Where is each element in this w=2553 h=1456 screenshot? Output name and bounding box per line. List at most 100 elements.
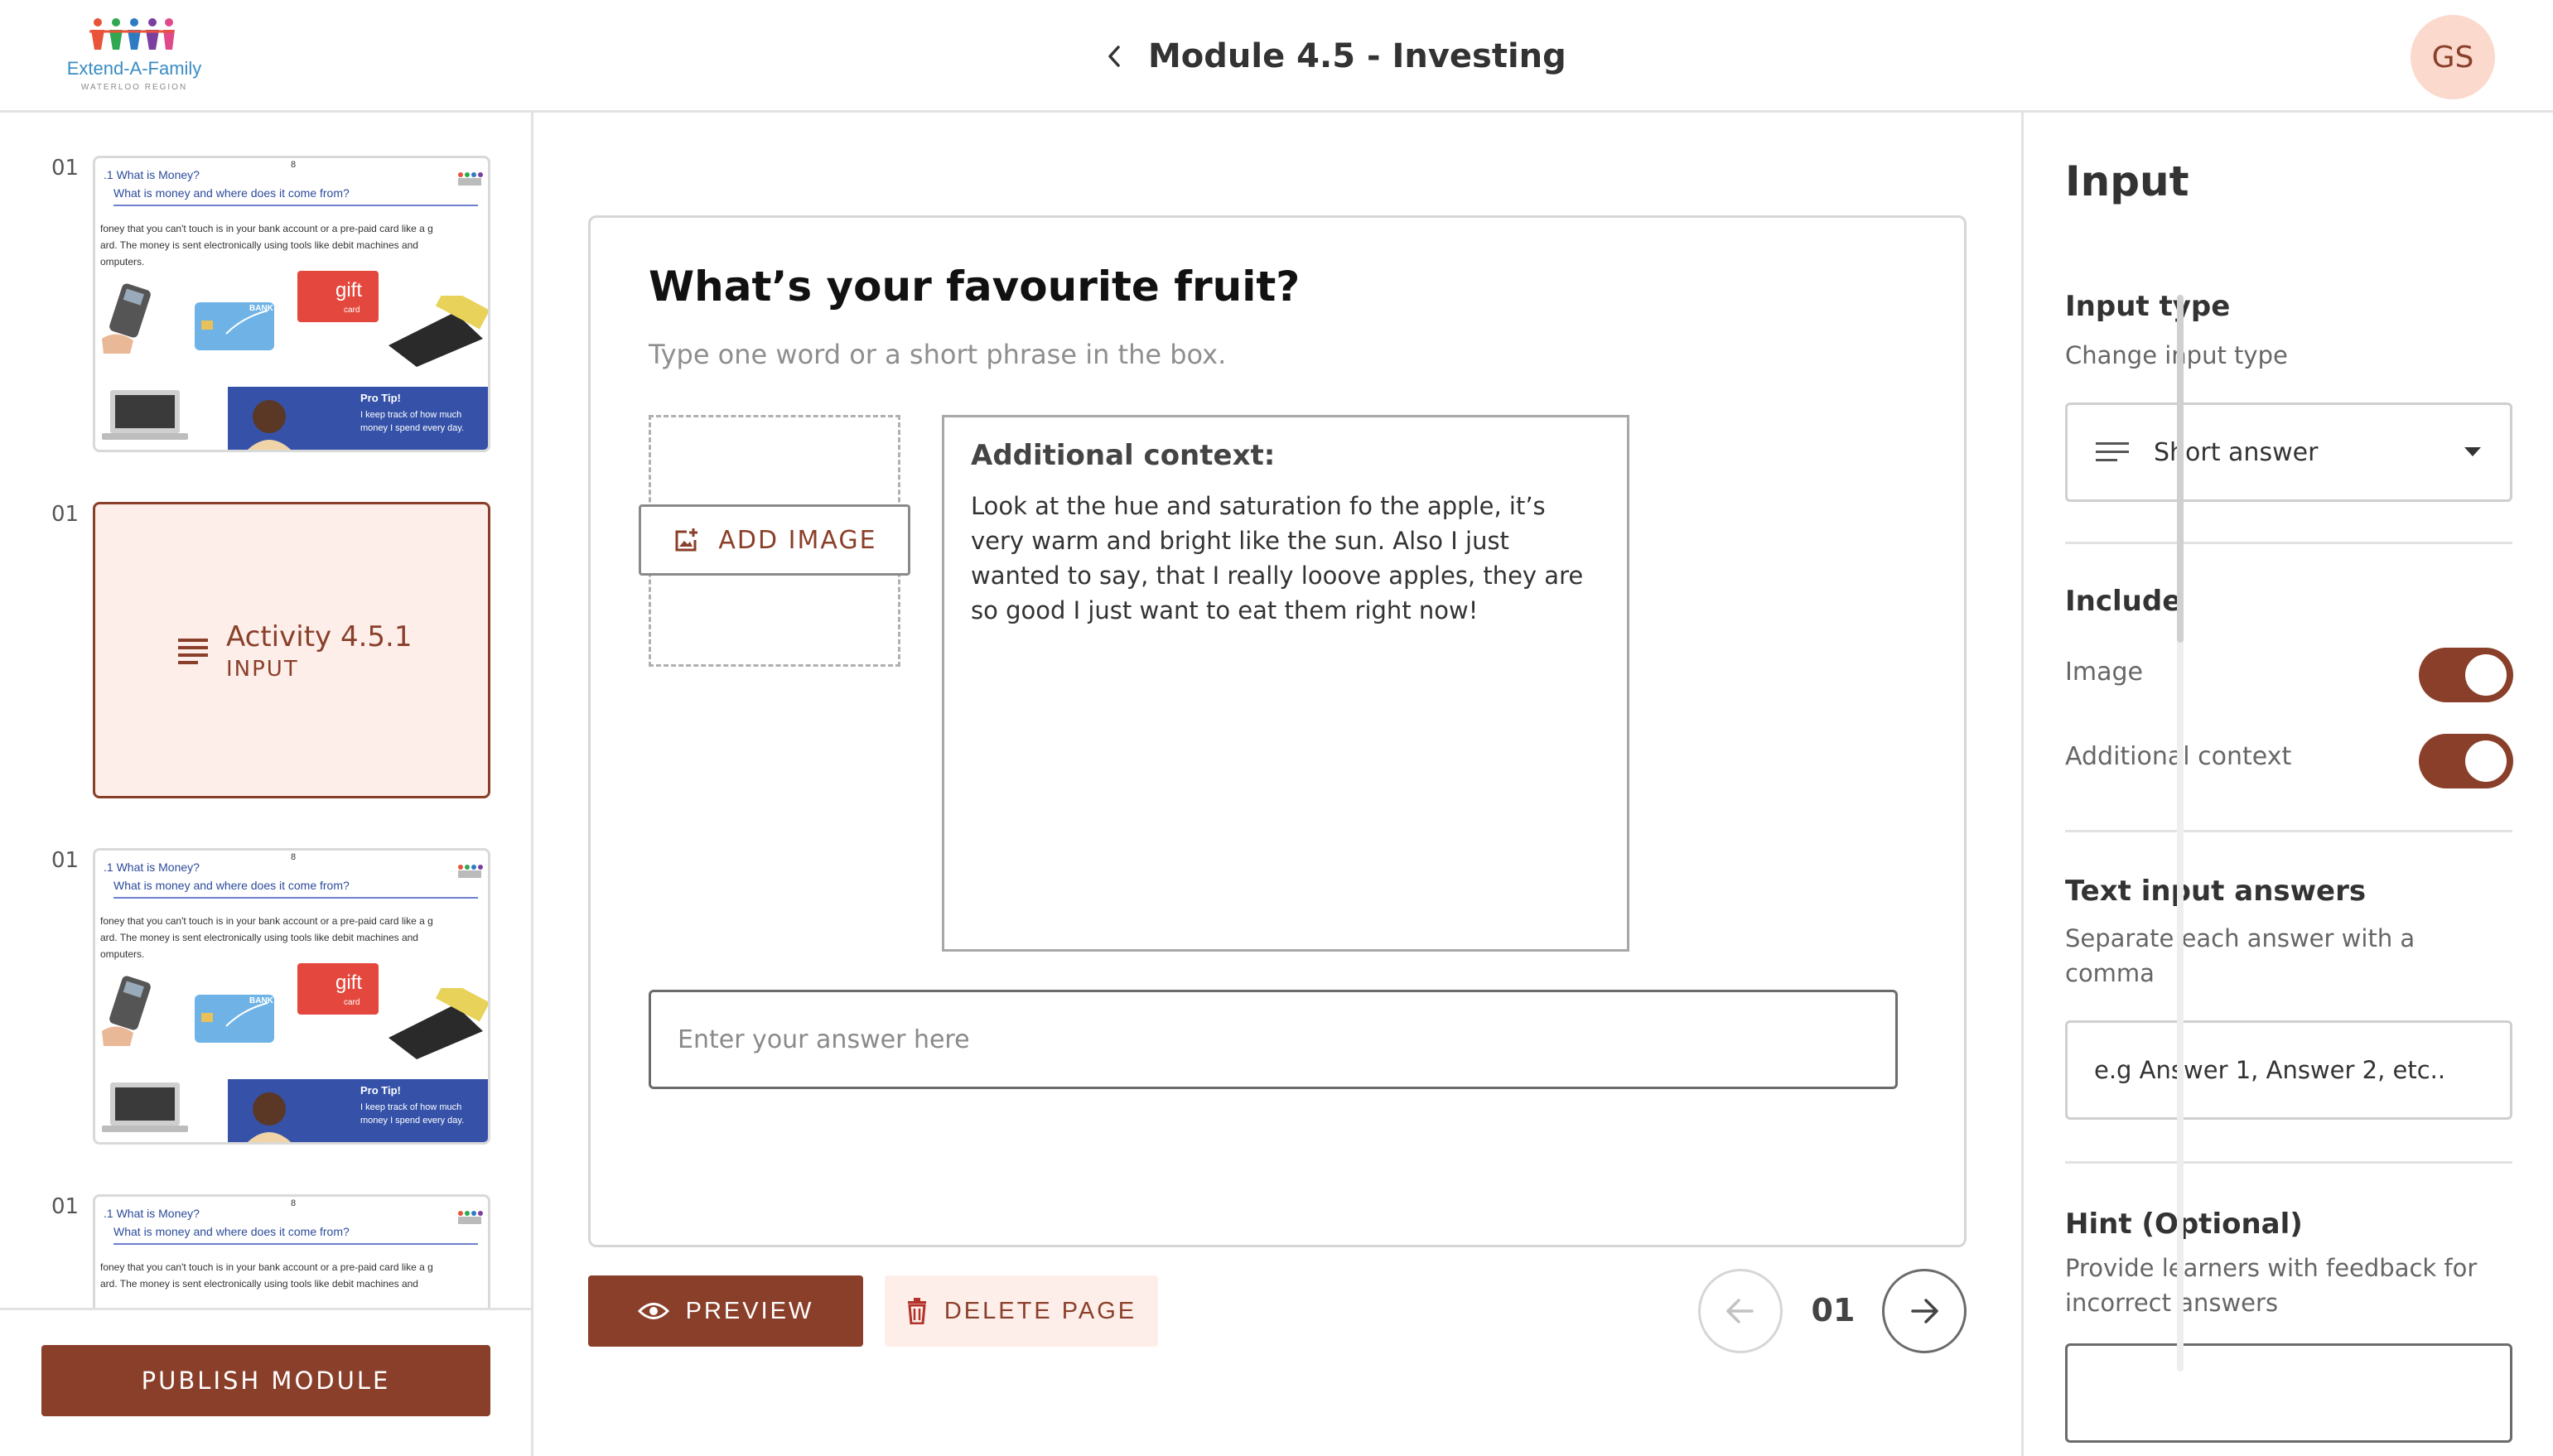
thumb-heading: .1 What is Money? xyxy=(104,168,200,181)
include-heading: Include xyxy=(2065,585,2182,618)
thumb-heading: .1 What is Money? xyxy=(104,861,200,874)
module-title: Module 4.5 - Investing xyxy=(1148,37,1566,75)
thumb-page-number: 8 xyxy=(291,852,297,862)
top-bar: Extend-A-Family WATERLOO REGION Module 4… xyxy=(0,0,2553,113)
add-image-button[interactable]: ADD IMAGE xyxy=(639,504,910,576)
debit-machine-icon xyxy=(102,283,151,354)
lines-icon xyxy=(2096,442,2129,461)
slides-list[interactable]: 01 .1 What is Money? 8 What is money and… xyxy=(0,113,531,1310)
logo-subtext: WATERLOO REGION xyxy=(80,83,188,92)
thumb-body-line: ard. The money is sent electronically us… xyxy=(100,239,418,251)
add-photo-icon xyxy=(675,528,698,552)
breadcrumb: Module 4.5 - Investing xyxy=(1102,33,1566,80)
thumb-page-number: 8 xyxy=(291,160,297,170)
input-type-subtext: Change input type xyxy=(2065,341,2288,369)
page-number: 01 xyxy=(1811,1292,1856,1328)
preview-label: PREVIEW xyxy=(685,1297,814,1324)
context-text: Look at the hue and saturation fo the ap… xyxy=(971,492,1584,624)
family-figures-icon xyxy=(89,18,175,50)
input-type-heading: Input type xyxy=(2065,290,2231,323)
activity-type: INPUT xyxy=(226,657,299,682)
pro-tip-text: I keep track of how much money I spend e… xyxy=(360,1102,465,1126)
context-title: Additional context: xyxy=(971,439,1276,472)
arrow-right-icon xyxy=(1911,1299,1938,1323)
debit-machine-icon xyxy=(102,976,151,1046)
thumb-body-line: omputers. xyxy=(100,948,145,960)
input-type-select[interactable]: Short answer xyxy=(2065,403,2512,502)
thumb-heading: .1 What is Money? xyxy=(104,1207,200,1220)
person-photo-icon xyxy=(247,1092,292,1142)
pro-tip-text: I keep track of how much money I spend e… xyxy=(360,410,465,433)
previous-page-button[interactable] xyxy=(1698,1269,1783,1353)
answer-input[interactable] xyxy=(649,990,1898,1089)
thumb-subheading: What is money and where does it come fro… xyxy=(113,1225,350,1238)
toggle-knob xyxy=(2465,654,2507,696)
thumb-subheading: What is money and where does it come fro… xyxy=(113,186,350,200)
thumb-rule xyxy=(113,897,478,899)
slide-thumbnail[interactable]: .1 What is Money? 8 What is money and wh… xyxy=(93,848,490,1145)
input-type-value: Short answer xyxy=(2154,437,2319,467)
arrow-left-icon xyxy=(1726,1299,1754,1323)
gift-card-sublabel: card xyxy=(344,306,360,315)
thumb-page-number: 8 xyxy=(291,1198,297,1208)
mini-logo-icon xyxy=(458,172,483,186)
extend-a-family-logo[interactable]: Extend-A-Family WATERLOO REGION xyxy=(51,17,217,96)
pro-tip-title: Pro Tip! xyxy=(360,392,401,404)
pro-tip-banner: Pro Tip! I keep track of how much money … xyxy=(228,1079,488,1142)
laptop-icon xyxy=(102,390,188,440)
mini-logo-icon xyxy=(458,1211,483,1224)
additional-context-box[interactable]: Additional context: Look at the hue and … xyxy=(942,415,1629,952)
delete-page-button[interactable]: DELETE PAGE xyxy=(885,1275,1158,1347)
question-title[interactable]: What’s your favourite fruit? xyxy=(649,263,1300,311)
bank-card-label: BANK xyxy=(249,304,273,313)
answers-input[interactable] xyxy=(2065,1020,2512,1120)
question-instruction[interactable]: Type one word or a short phrase in the b… xyxy=(649,339,1226,370)
thumb-body-line: foney that you can't touch is in your ba… xyxy=(100,1261,433,1273)
bank-card-label: BANK xyxy=(249,996,273,1005)
hint-input[interactable] xyxy=(2065,1343,2512,1443)
next-page-button[interactable] xyxy=(1882,1269,1967,1353)
mini-logo-icon xyxy=(458,865,483,878)
caret-down-icon xyxy=(2464,447,2481,456)
publish-module-button[interactable]: PUBLISH MODULE xyxy=(41,1345,490,1416)
pro-tip-title: Pro Tip! xyxy=(360,1084,401,1097)
include-image-label: Image xyxy=(2065,658,2143,687)
activity-summary: Activity 4.5.1 INPUT xyxy=(178,620,412,682)
divider xyxy=(2065,830,2512,832)
thumb-body-line: foney that you can't touch is in your ba… xyxy=(100,223,433,234)
user-avatar[interactable]: GS xyxy=(2411,15,2495,99)
pro-tip-banner: Pro Tip! I keep track of how much money … xyxy=(228,387,488,450)
chevron-left-icon[interactable] xyxy=(1102,40,1127,73)
divider xyxy=(2065,542,2512,544)
scrollbar-thumb[interactable] xyxy=(2177,295,2184,643)
thumb-rule xyxy=(113,205,478,206)
include-context-toggle[interactable] xyxy=(2419,734,2513,788)
panel-title: Input xyxy=(2065,157,2189,205)
card-terminal-icon xyxy=(388,296,488,367)
delete-page-label: DELETE PAGE xyxy=(943,1297,1137,1324)
preview-button[interactable]: PREVIEW xyxy=(588,1275,863,1347)
include-image-toggle[interactable] xyxy=(2419,648,2513,702)
thumb-body-line: ard. The money is sent electronically us… xyxy=(100,1278,418,1290)
activity-editor-card: What’s your favourite fruit? Type one wo… xyxy=(588,215,1967,1247)
hint-subtext: Provide learners with feedback for incor… xyxy=(2065,1254,2478,1317)
thumb-subheading: What is money and where does it come fro… xyxy=(113,879,350,892)
trash-icon xyxy=(907,1298,926,1324)
add-image-label: ADD IMAGE xyxy=(718,525,877,555)
gift-card-label: gift xyxy=(335,971,363,994)
slide-thumbnail-active[interactable]: Activity 4.5.1 INPUT xyxy=(93,502,490,798)
slide-number: 01 xyxy=(51,502,80,527)
divider xyxy=(2065,1161,2512,1164)
eye-icon xyxy=(637,1303,669,1319)
slide-thumbnail[interactable]: .1 What is Money? 8 What is money and wh… xyxy=(93,156,490,452)
slide-thumbnail[interactable]: .1 What is Money? 8 What is money and wh… xyxy=(93,1194,490,1308)
slide-number: 01 xyxy=(51,1194,80,1219)
slide-number: 01 xyxy=(51,848,80,873)
answers-heading: Text input answers xyxy=(2065,875,2367,908)
thumb-body-line: foney that you can't touch is in your ba… xyxy=(100,915,433,927)
thumb-body-line: omputers. xyxy=(100,256,145,268)
activity-title: Activity 4.5.1 xyxy=(226,620,413,653)
thumb-rule xyxy=(113,1243,478,1245)
card-terminal-icon xyxy=(388,988,488,1059)
slides-sidebar: 01 .1 What is Money? 8 What is money and… xyxy=(0,113,533,1456)
